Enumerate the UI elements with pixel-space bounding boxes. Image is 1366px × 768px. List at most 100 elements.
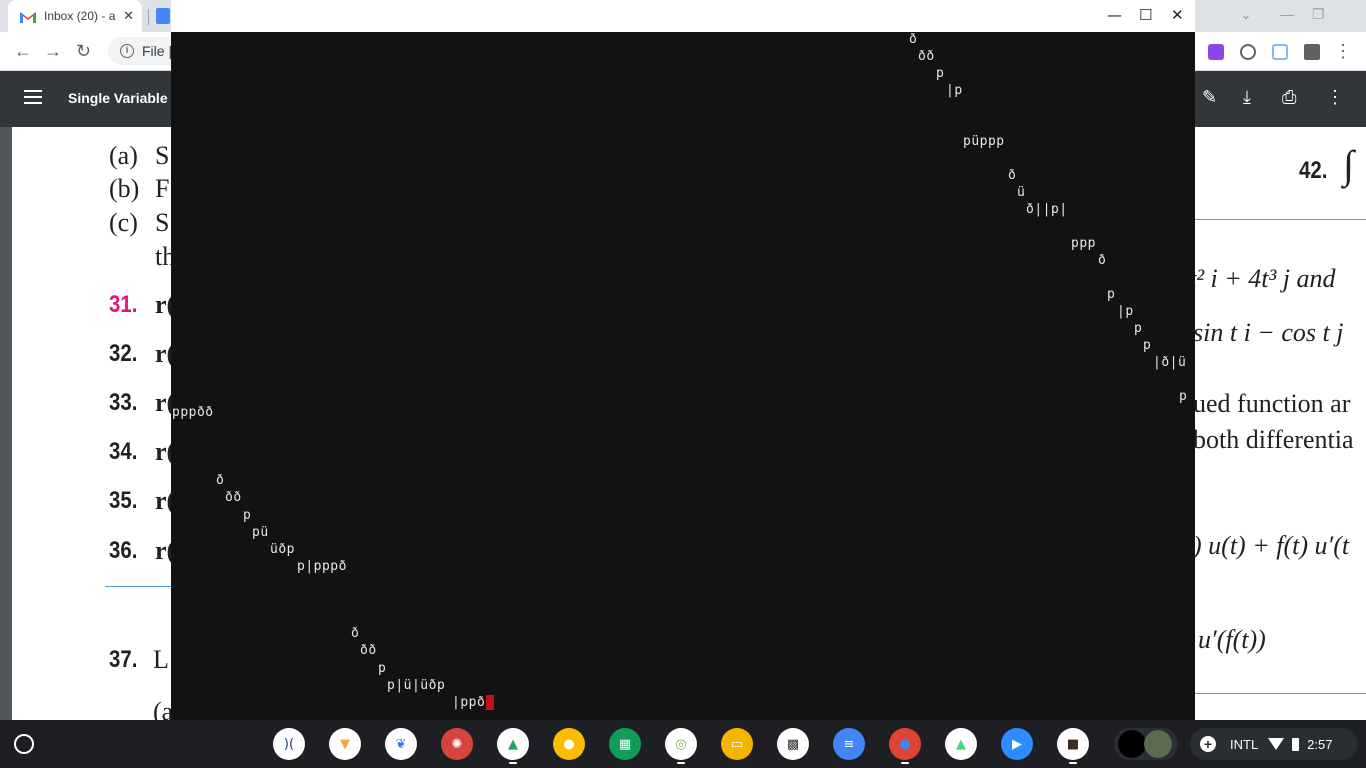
math-line: t² i + 4t³ j and xyxy=(1189,264,1336,293)
image-extension-icon[interactable] xyxy=(1272,44,1288,60)
tab-close-icon[interactable]: ✕ xyxy=(123,8,134,24)
more-options-icon[interactable]: ⋮ xyxy=(1326,87,1344,108)
problem-number: 31. xyxy=(109,291,138,318)
terminal-output[interactable]: ð ðð p |p püppp ð ü ð||p| ppp ð p |p p p… xyxy=(171,32,1195,720)
problem-text: L xyxy=(153,645,169,674)
problem-number: 36. xyxy=(109,537,138,564)
tab-search-icon[interactable]: ⌄ xyxy=(1240,6,1252,23)
running-indicator xyxy=(1069,762,1077,764)
maximize-icon[interactable]: ☐ xyxy=(1139,6,1152,24)
part-c-text: S xyxy=(155,208,170,237)
terminal-prompt-line: |ppð xyxy=(452,695,495,710)
avatar[interactable] xyxy=(1144,730,1172,758)
terminal-line: pü xyxy=(252,525,269,540)
problem-number: 32. xyxy=(109,340,138,367)
perplexity-app-icon[interactable]: ✺ xyxy=(441,728,473,760)
terminal-line: |ppð xyxy=(452,695,486,710)
forward-icon[interactable]: → xyxy=(44,40,62,62)
qr-app-icon[interactable]: ▩ xyxy=(777,728,809,760)
butterfly-app-icon[interactable]: ❦ xyxy=(385,728,417,760)
terminal-line: pppðð xyxy=(172,405,214,420)
print-icon[interactable]: ⎙ xyxy=(1282,87,1296,108)
terminal-line: p xyxy=(1134,321,1143,336)
battery-icon xyxy=(1292,737,1300,751)
wifi-icon xyxy=(1268,738,1285,750)
terminal-line: ð xyxy=(1008,168,1017,183)
screencast-app-icon[interactable]: ◎ xyxy=(665,728,697,760)
integral-sign: ∫ xyxy=(1343,142,1354,187)
problem-number: 34. xyxy=(109,438,138,465)
math-line: ) u(t) + f(t) u′(t xyxy=(1193,531,1350,560)
problem-number: 35. xyxy=(109,487,138,514)
terminal-line: ðð xyxy=(225,490,242,505)
running-indicator xyxy=(509,762,517,764)
terminal-line: p xyxy=(1179,389,1188,404)
clock: 2:57 xyxy=(1307,736,1333,752)
running-indicator xyxy=(677,762,685,764)
part-b-label: (b) xyxy=(109,174,140,203)
status-tray[interactable]: + INTL 2:57 xyxy=(1190,728,1358,760)
shield-extension-icon[interactable] xyxy=(1240,44,1256,60)
google-sheets-icon[interactable]: ▦ xyxy=(609,728,641,760)
terminal-line: ðð xyxy=(918,49,935,64)
google-keep-icon[interactable]: ● xyxy=(553,728,585,760)
google-drive-icon[interactable]: ▲ xyxy=(497,728,529,760)
address-text: File | xyxy=(142,43,173,59)
vpn-app-icon[interactable]: ▼ xyxy=(329,728,361,760)
terminal-line: |ð|ü xyxy=(1153,355,1187,370)
puzzle-icon[interactable] xyxy=(1304,44,1320,60)
window-minimize-icon[interactable]: — xyxy=(1280,6,1294,22)
terminal-line: p xyxy=(1107,287,1116,302)
problem-number: 42. xyxy=(1299,157,1328,184)
math-line: u′(f(t)) xyxy=(1198,625,1266,654)
google-docs-icon[interactable]: ≡ xyxy=(833,728,865,760)
launcher-icon[interactable] xyxy=(14,734,34,754)
google-docs-tab-icon[interactable] xyxy=(156,8,170,24)
terminal-cursor xyxy=(486,695,495,710)
part-c-label: (c) xyxy=(109,208,138,237)
section-divider xyxy=(1195,219,1366,220)
terminal-line: p|pppð xyxy=(297,559,347,574)
close-icon[interactable]: ✕ xyxy=(1171,6,1184,24)
section-divider xyxy=(105,586,175,587)
chrome-menu-icon[interactable]: ⋮ xyxy=(1334,40,1352,62)
minimize-icon[interactable]: — xyxy=(1107,6,1122,24)
google-slides-icon[interactable]: ▭ xyxy=(721,728,753,760)
window-restore-icon[interactable]: ❐ xyxy=(1312,6,1325,23)
terminal-line: p xyxy=(378,661,387,676)
screen-recorder-icon[interactable]: ■ xyxy=(1057,728,1089,760)
ime-indicator[interactable]: INTL xyxy=(1230,737,1258,752)
terminal-line: ppp xyxy=(1071,236,1096,251)
terminal-window[interactable]: — ☐ ✕ ð ðð p |p püppp ð ü ð||p| ppp ð p … xyxy=(171,0,1195,720)
extension-icon[interactable] xyxy=(1208,44,1224,60)
chrome-icon[interactable]: ● xyxy=(889,728,921,760)
part-a-text: S xyxy=(155,141,170,170)
android-app-icon[interactable]: ▲ xyxy=(945,728,977,760)
reload-icon[interactable]: ↻ xyxy=(76,40,91,62)
back-icon[interactable]: ← xyxy=(14,40,32,62)
terminal-line: p xyxy=(243,508,252,523)
problem-number: 33. xyxy=(109,389,138,416)
terminal-titlebar[interactable]: — ☐ ✕ xyxy=(171,0,1195,32)
terminal-line: p|ü|üðp xyxy=(387,678,446,693)
site-info-icon[interactable]: i xyxy=(120,44,134,58)
avatar[interactable] xyxy=(1118,730,1146,758)
math-line: sin t i − cos t j xyxy=(1193,318,1344,347)
terminal-line: |p xyxy=(1117,304,1134,319)
mindomo-app-icon[interactable]: )( xyxy=(273,728,305,760)
tab-gmail[interactable]: Inbox (20) - a ✕ xyxy=(8,0,142,32)
part-b-text: F xyxy=(155,174,170,203)
edit-icon[interactable]: ✎ xyxy=(1202,87,1217,108)
terminal-line: p xyxy=(1143,338,1152,353)
pod-avatars[interactable] xyxy=(1114,728,1178,760)
text-line: ued function ar xyxy=(1193,389,1351,418)
terminal-line: üðp xyxy=(270,542,295,557)
zoom-app-icon[interactable]: ▶ xyxy=(1001,728,1033,760)
add-circle-icon[interactable]: + xyxy=(1200,736,1216,752)
download-icon[interactable]: ⤓ xyxy=(1243,87,1251,108)
text-line: both differentia xyxy=(1193,425,1354,454)
hamburger-menu-icon[interactable] xyxy=(24,90,42,104)
terminal-line: püppp xyxy=(963,134,1005,149)
terminal-line: ð xyxy=(216,473,225,488)
part-a-label: (a) xyxy=(109,141,138,170)
